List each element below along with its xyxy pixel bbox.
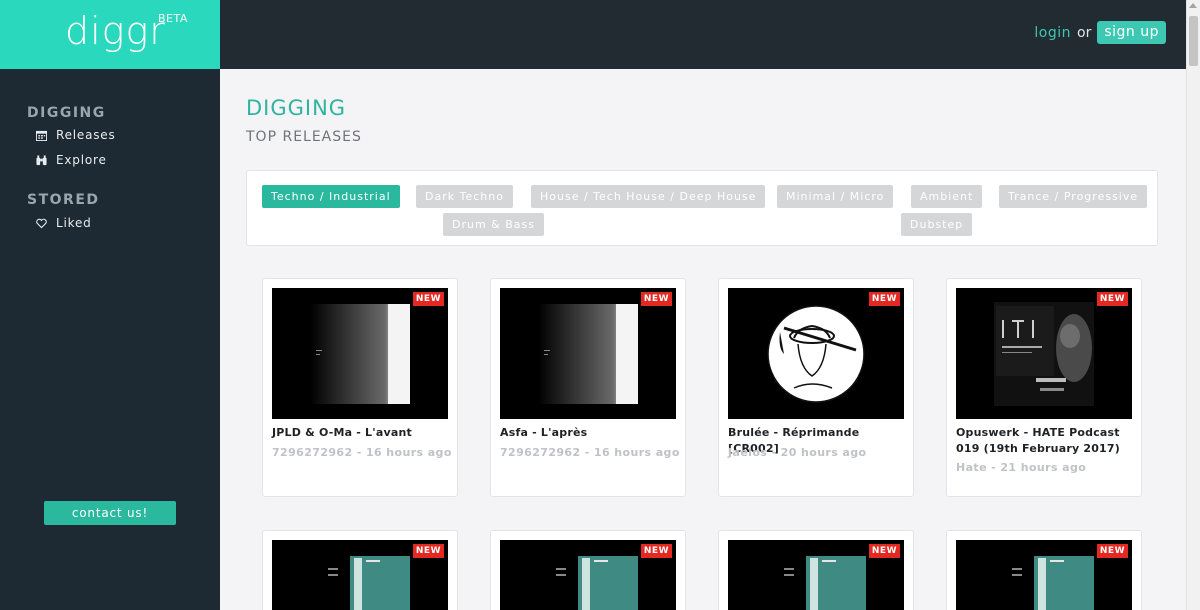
release-title[interactable]: JPLD & O-Ma - L'avant: [272, 425, 454, 441]
release-card-1[interactable]: NEW JPLD & O-Ma - L'avant 7296272962 - 1…: [262, 278, 458, 497]
release-card-6[interactable]: NEW: [490, 530, 686, 610]
sidebar-item-liked[interactable]: Liked: [36, 216, 92, 230]
album-cover-gradient: [538, 304, 638, 404]
genre-tag-dark-techno[interactable]: Dark Techno: [416, 185, 513, 208]
logo-text: diggr: [65, 9, 166, 53]
new-badge: NEW: [412, 292, 444, 306]
genre-tag-dubstep[interactable]: Dubstep: [901, 213, 973, 236]
release-title[interactable]: Opuswerk - HATE Podcast 019 (19th Februa…: [956, 425, 1138, 457]
release-artwork[interactable]: NEW: [272, 540, 448, 610]
scroll-up-arrow-icon[interactable]: [1189, 3, 1197, 8]
release-card-3[interactable]: NEW Brulée - Réprimande [CR002] Jaelos -…: [718, 278, 914, 497]
genre-tag-ambient[interactable]: Ambient: [911, 185, 983, 208]
signup-button[interactable]: sign up: [1097, 21, 1166, 44]
scrollbar-thumb[interactable]: [1189, 16, 1198, 66]
release-artwork[interactable]: NEW: [728, 540, 904, 610]
new-badge: NEW: [1096, 292, 1128, 306]
beta-badge: BETA: [158, 12, 188, 25]
release-meta: 7296272962 - 16 hours ago: [272, 446, 452, 459]
sidebar-item-label: Releases: [56, 128, 116, 142]
album-cover-illustration: [766, 302, 866, 406]
release-artwork[interactable]: NEW: [956, 540, 1132, 610]
new-badge: NEW: [412, 544, 444, 558]
page-subtitle: TOP RELEASES: [246, 129, 362, 145]
sidebar-item-label: Liked: [56, 216, 92, 230]
genre-tag-trance-progressive[interactable]: Trance / Progressive: [999, 185, 1148, 208]
genre-tag-minimal-micro[interactable]: Minimal / Micro: [777, 185, 894, 208]
new-badge: NEW: [1096, 544, 1128, 558]
sidebar-section-digging: DIGGING: [27, 105, 106, 121]
release-card-2[interactable]: NEW Asfa - L'après 7296272962 - 16 hours…: [490, 278, 686, 497]
release-card-4[interactable]: NEW Opuswerk - HATE Podcast 019 (19th Fe…: [946, 278, 1142, 497]
release-meta: Hate - 21 hours ago: [956, 461, 1087, 474]
scrollbar-track[interactable]: [1186, 0, 1200, 610]
release-artwork[interactable]: NEW: [272, 288, 448, 419]
sidebar: DIGGING Releases Explore STORED Liked co…: [0, 69, 220, 610]
release-meta: Jaelos - 20 hours ago: [728, 446, 867, 459]
sidebar-item-releases[interactable]: Releases: [36, 128, 116, 142]
sidebar-item-explore[interactable]: Explore: [36, 153, 107, 167]
release-artwork[interactable]: NEW: [500, 540, 676, 610]
sidebar-section-stored: STORED: [27, 192, 100, 208]
login-link[interactable]: login: [1034, 25, 1071, 41]
release-card-5[interactable]: NEW: [262, 530, 458, 610]
new-badge: NEW: [640, 292, 672, 306]
new-badge: NEW: [868, 544, 900, 558]
calendar-icon: [36, 130, 47, 141]
release-artwork[interactable]: NEW: [956, 288, 1132, 419]
release-card-7[interactable]: NEW: [718, 530, 914, 610]
genre-tag-drum-bass[interactable]: Drum & Bass: [443, 213, 544, 236]
new-badge: NEW: [640, 544, 672, 558]
new-badge: NEW: [868, 292, 900, 306]
sidebar-item-label: Explore: [56, 153, 107, 167]
page-title: DIGGING: [246, 96, 347, 120]
release-artwork[interactable]: NEW: [500, 288, 676, 419]
genre-tag-house[interactable]: House / Tech House / Deep House: [531, 185, 766, 208]
contact-button[interactable]: contact us!: [44, 501, 176, 525]
release-title[interactable]: Asfa - L'après: [500, 425, 682, 441]
heart-icon: [36, 218, 47, 228]
release-meta: 7296272962 - 16 hours ago: [500, 446, 680, 459]
release-card-8[interactable]: NEW: [946, 530, 1142, 610]
release-artwork[interactable]: NEW: [728, 288, 904, 419]
brand-logo-area[interactable]: diggr BETA: [0, 0, 220, 69]
or-text: or: [1077, 24, 1092, 41]
genre-tag-techno-industrial[interactable]: Techno / Industrial: [262, 185, 400, 208]
album-cover-photo: [994, 302, 1094, 406]
auth-links: login or sign up: [1034, 21, 1166, 44]
album-cover-gradient: [310, 304, 410, 404]
top-bar: login or sign up: [220, 0, 1186, 69]
genre-filter-panel: Techno / Industrial Dark Techno House / …: [246, 170, 1158, 246]
binoculars-icon: [36, 154, 47, 165]
